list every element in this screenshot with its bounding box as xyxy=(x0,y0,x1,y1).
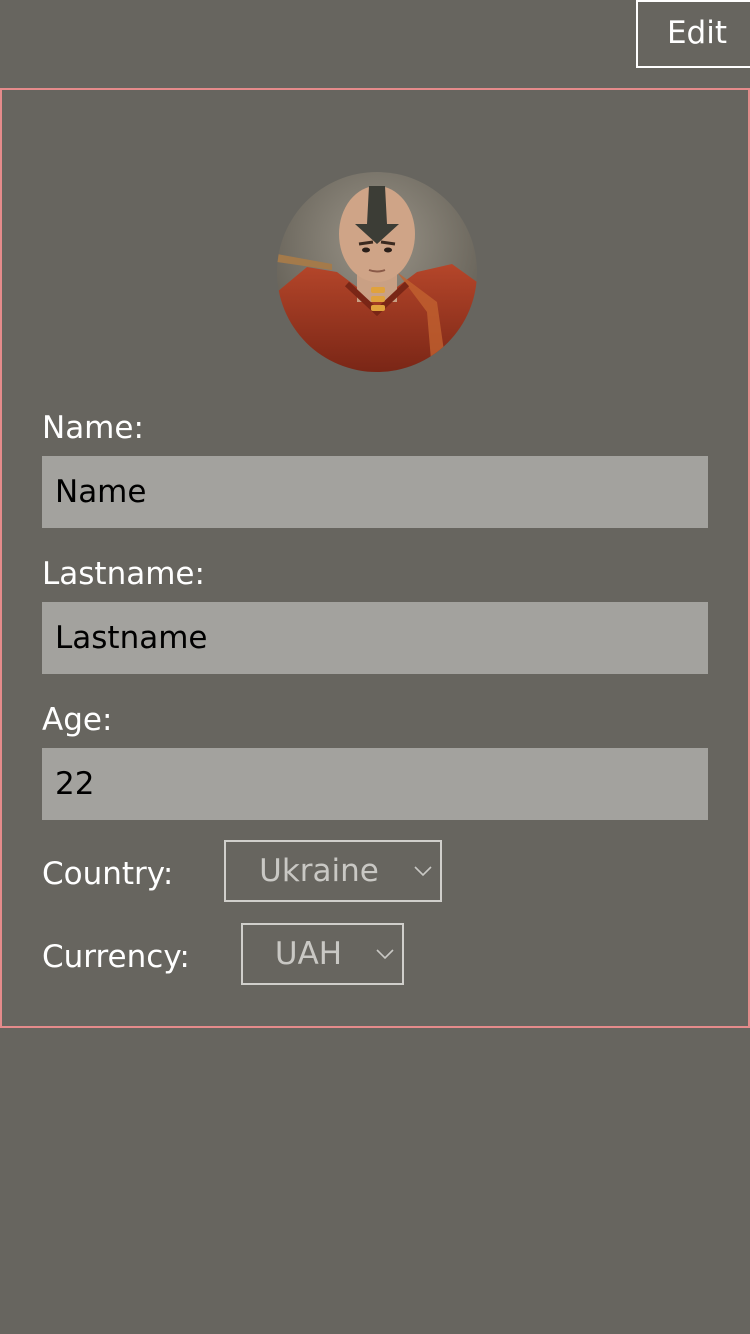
name-label: Name: xyxy=(42,410,144,446)
currency-select-value: UAH xyxy=(274,936,343,972)
chevron-down-icon xyxy=(412,864,434,878)
country-select-value: Ukraine xyxy=(259,853,379,889)
age-input[interactable] xyxy=(42,748,708,820)
currency-select[interactable]: UAH xyxy=(241,923,404,985)
lastname-input[interactable] xyxy=(42,602,708,674)
name-input[interactable] xyxy=(42,456,708,528)
avatar-photo-icon xyxy=(277,172,477,372)
avatar xyxy=(277,172,477,372)
currency-label: Currency: xyxy=(42,939,190,975)
country-select[interactable]: Ukraine xyxy=(224,840,442,902)
edit-button[interactable]: Edit xyxy=(636,0,750,68)
chevron-down-icon xyxy=(374,947,396,961)
lastname-label: Lastname: xyxy=(42,556,205,592)
age-label: Age: xyxy=(42,702,113,738)
country-label: Country: xyxy=(42,856,174,892)
profile-card: Name: Lastname: Age: Country: Ukraine Cu… xyxy=(0,88,750,1028)
